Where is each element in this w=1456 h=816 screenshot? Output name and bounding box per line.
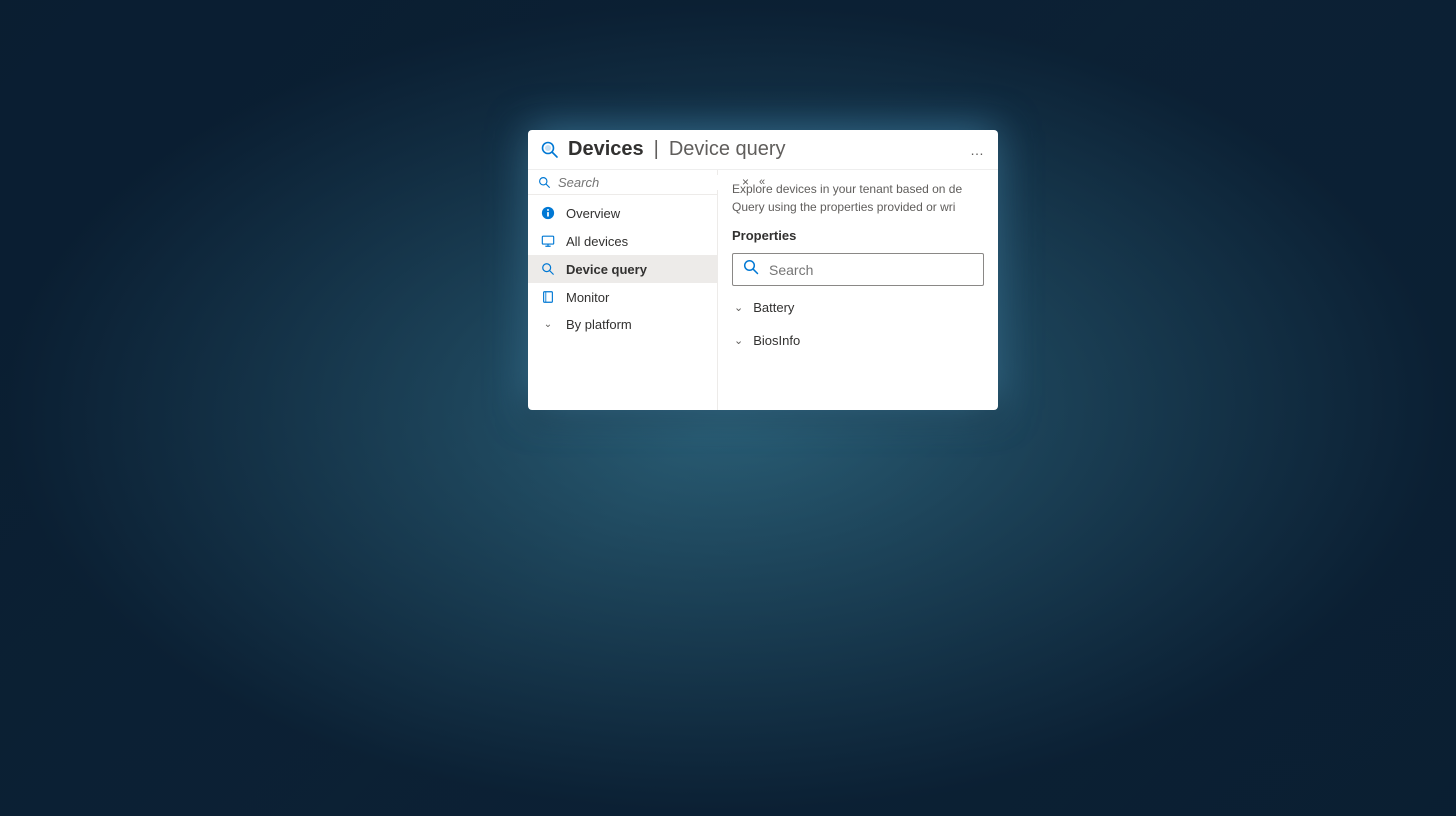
sidebar-item-all-devices[interactable]: All devices <box>528 227 717 255</box>
sidebar-item-label: By platform <box>566 317 632 332</box>
search-icon <box>540 261 556 277</box>
sidebar-item-overview[interactable]: Overview <box>528 199 717 227</box>
panel-header: Devices | Device query … <box>528 130 998 170</box>
sidebar-item-monitor[interactable]: Monitor <box>528 283 717 311</box>
search-icon <box>743 259 759 280</box>
more-actions-button[interactable]: … <box>970 142 986 158</box>
sidebar-item-device-query[interactable]: Device query <box>528 255 717 283</box>
sidebar-item-label: Device query <box>566 262 647 277</box>
property-group-label: BiosInfo <box>753 333 800 348</box>
sidebar-search-input[interactable] <box>558 175 736 190</box>
search-icon <box>536 174 552 190</box>
sidebar-search-row: × « <box>528 170 717 195</box>
chevron-down-icon: ⌄ <box>734 301 743 314</box>
sidebar-item-label: Monitor <box>566 290 609 305</box>
properties-search-box[interactable] <box>732 253 984 286</box>
chevron-down-icon: ⌄ <box>734 334 743 347</box>
sidebar: × « Overview <box>528 170 718 410</box>
info-icon <box>540 205 556 221</box>
book-icon <box>540 289 556 305</box>
properties-heading: Properties <box>732 228 984 243</box>
monitor-icon <box>540 233 556 249</box>
page-title: Devices <box>568 138 644 161</box>
property-group-label: Battery <box>753 300 794 315</box>
chevron-down-icon: ⌄ <box>540 319 556 330</box>
property-group-battery[interactable]: ⌄ Battery <box>732 296 984 319</box>
nav-list: Overview All devices <box>528 195 717 338</box>
intro-line1: Explore devices in your tenant based on … <box>732 182 962 196</box>
panel-body: × « Overview <box>528 170 998 410</box>
device-query-panel: Devices | Device query … × « <box>528 130 998 410</box>
sidebar-item-by-platform[interactable]: ⌄ By platform <box>528 311 717 338</box>
sidebar-item-label: All devices <box>566 234 628 249</box>
content-pane: Explore devices in your tenant based on … <box>718 170 998 410</box>
properties-search-input[interactable] <box>769 262 973 278</box>
intro-line2: Query using the properties provided or w… <box>732 200 955 214</box>
search-magnifier-icon <box>540 140 560 160</box>
intro-text: Explore devices in your tenant based on … <box>732 180 984 216</box>
title-separator: | <box>654 138 659 161</box>
sidebar-item-label: Overview <box>566 206 620 221</box>
page-subtitle: Device query <box>669 138 786 161</box>
property-group-biosinfo[interactable]: ⌄ BiosInfo <box>732 329 984 352</box>
